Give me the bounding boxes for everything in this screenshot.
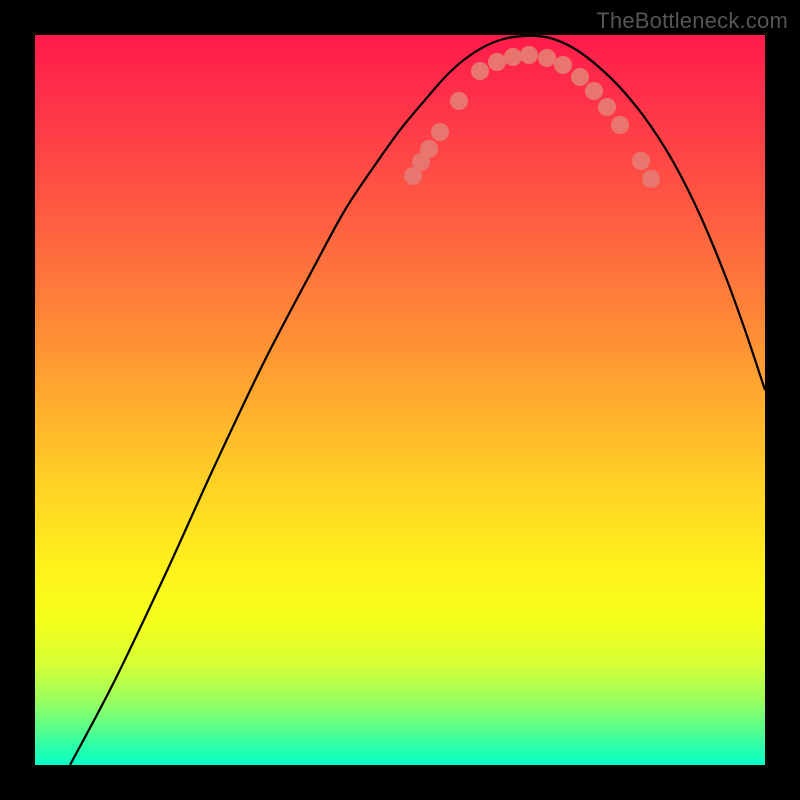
curve-marker [611, 116, 629, 134]
bottleneck-curve-svg [35, 35, 765, 765]
curve-marker [471, 62, 489, 80]
bottleneck-curve [70, 36, 765, 765]
curve-marker [504, 48, 522, 66]
watermark-text: TheBottleneck.com [596, 8, 788, 34]
curve-marker [431, 123, 449, 141]
curve-marker [554, 56, 572, 74]
curve-marker [585, 82, 603, 100]
curve-marker [571, 68, 589, 86]
plot-area [35, 35, 765, 765]
curve-marker [450, 92, 468, 110]
curve-marker [420, 140, 438, 158]
curve-marker [642, 170, 660, 188]
curve-marker [488, 53, 506, 71]
curve-marker [520, 46, 538, 64]
curve-marker [598, 98, 616, 116]
curve-marker [538, 49, 556, 67]
chart-frame: TheBottleneck.com [0, 0, 800, 800]
curve-markers [404, 46, 660, 188]
curve-marker [632, 152, 650, 170]
